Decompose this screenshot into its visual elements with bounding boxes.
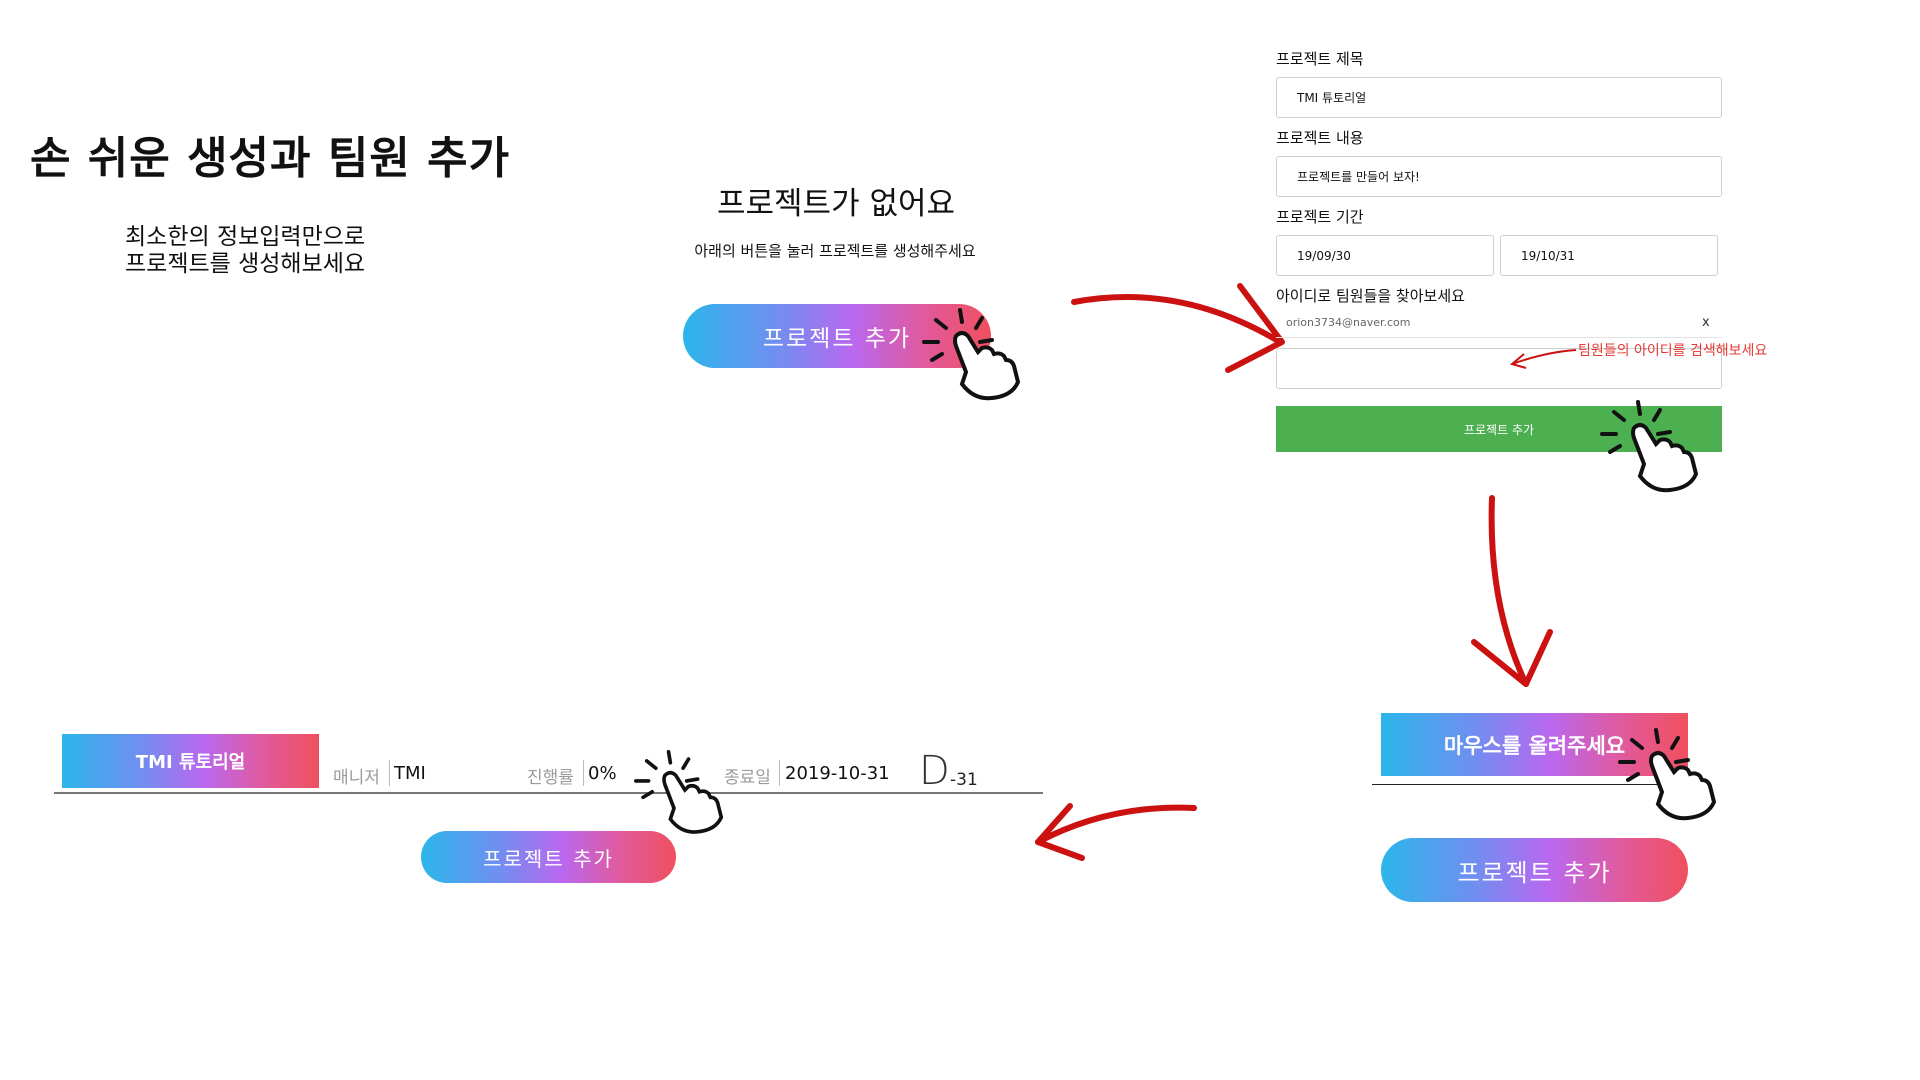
meta-separator <box>583 760 584 786</box>
member-remove-button[interactable]: x <box>1702 315 1710 330</box>
hint-arrow-icon <box>1509 349 1577 369</box>
progress-value: 0% <box>588 763 617 784</box>
start-date-input[interactable]: 19/09/30 <box>1276 235 1494 276</box>
progress-label: 진행률 <box>527 768 574 788</box>
add-project-button-hover[interactable]: 프로젝트 추가 <box>1381 838 1688 902</box>
empty-state-description: 아래의 버튼을 눌러 프로젝트를 생성해주세요 <box>694 242 976 260</box>
meta-separator <box>389 760 390 786</box>
manager-label: 매니저 <box>333 768 380 788</box>
content-label: 프로젝트 내용 <box>1276 129 1364 147</box>
subtitle-line-1: 최소한의 정보입력만으로 <box>125 224 366 250</box>
meta-separator <box>779 760 780 786</box>
curved-arrow-icon <box>1471 495 1553 687</box>
members-label: 아이디로 팀원들을 찾아보세요 <box>1276 287 1465 305</box>
click-hand-icon <box>922 302 1032 402</box>
end-date-input[interactable]: 19/10/31 <box>1500 235 1718 276</box>
subtitle-line-2: 프로젝트를 생성해보세요 <box>125 251 366 277</box>
add-project-button-bottom[interactable]: 프로젝트 추가 <box>421 831 676 883</box>
dday-letter: D <box>919 748 950 794</box>
click-hand-icon <box>634 744 734 836</box>
curved-arrow-icon <box>1071 283 1285 373</box>
click-hand-icon <box>1600 394 1710 494</box>
member-divider <box>1276 337 1722 338</box>
page-subtitle: 최소한의 정보입력만으로 프로젝트를 생성해보세요 <box>125 224 465 278</box>
manager-value: TMI <box>394 763 426 784</box>
curved-arrow-icon <box>1035 803 1197 861</box>
click-hand-icon <box>1618 722 1728 822</box>
period-label: 프로젝트 기간 <box>1276 208 1364 226</box>
dday-value: -31 <box>950 770 978 790</box>
member-chip-email: orion3734@naver.com <box>1286 316 1411 329</box>
end-date-value: 2019-10-31 <box>785 763 890 784</box>
title-label: 프로젝트 제목 <box>1276 50 1364 68</box>
empty-state-title: 프로젝트가 없어요 <box>716 186 955 222</box>
page-title: 손 쉬운 생성과 팀원 추가 <box>30 133 511 184</box>
title-input[interactable]: TMI 튜토리얼 <box>1276 77 1722 118</box>
search-hint-text: 팀원들의 아이디를 검색해보세요 <box>1578 343 1768 359</box>
project-name-tag[interactable]: TMI 튜토리얼 <box>62 734 319 788</box>
content-input[interactable]: 프로젝트를 만들어 보자! <box>1276 156 1722 197</box>
project-card-divider <box>54 792 1043 794</box>
